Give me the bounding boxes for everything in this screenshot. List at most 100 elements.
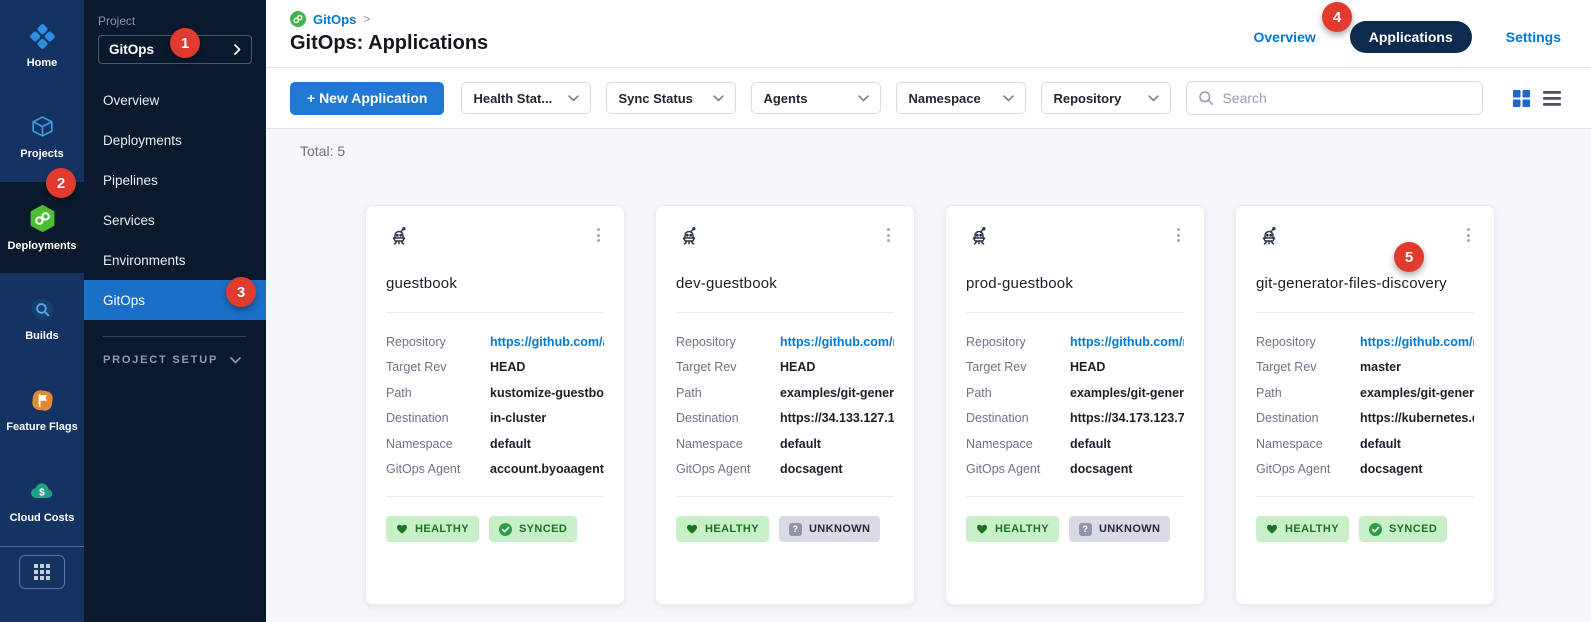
project-setup-label: PROJECT SETUP — [103, 354, 218, 366]
field-label-namespace: Namespace — [966, 437, 1070, 451]
repository-link[interactable]: https://github.com/m... — [1070, 335, 1184, 349]
annotation-marker-2: 2 — [46, 168, 76, 198]
argocd-icon — [966, 225, 992, 251]
search-input[interactable] — [1222, 90, 1471, 106]
tab-overview[interactable]: Overview — [1253, 29, 1315, 45]
badge-label: HEALTHY — [1285, 523, 1339, 535]
repository-link[interactable]: https://github.com/a... — [490, 335, 604, 349]
divider — [676, 496, 894, 497]
path-value: examples/git-genera... — [780, 386, 894, 400]
module-deployments[interactable]: Deployments — [0, 182, 84, 273]
filter-label: Health Stat... — [473, 91, 552, 106]
breadcrumb-gitops-link[interactable]: GitOps — [313, 12, 356, 27]
grid-view-icon[interactable] — [1513, 90, 1530, 107]
status-badges: HEALTHY SYNCED — [386, 516, 604, 542]
total-count: Total: 5 — [300, 143, 1591, 159]
destination-value: https://34.173.123.70 — [1070, 411, 1184, 425]
target-rev-value: HEAD — [1070, 360, 1105, 374]
card-top — [966, 225, 1184, 253]
card-menu-button[interactable] — [883, 225, 894, 245]
question-icon — [789, 523, 802, 536]
filter-agents[interactable]: Agents — [751, 82, 881, 114]
repository-link[interactable]: https://github.com/m... — [780, 335, 894, 349]
gitops-module-icon — [290, 11, 306, 27]
header-left: GitOps > GitOps: Applications — [290, 11, 488, 67]
chevron-down-icon — [230, 357, 241, 364]
tab-settings[interactable]: Settings — [1506, 29, 1561, 45]
page-title: GitOps: Applications — [290, 32, 488, 55]
card-top — [1256, 225, 1474, 253]
sidebar-item-services[interactable]: Services — [84, 200, 266, 240]
badge-label: HEALTHY — [995, 523, 1049, 535]
view-toggle — [1513, 90, 1561, 107]
sidebar-item-overview[interactable]: Overview — [84, 80, 266, 120]
heart-icon — [686, 523, 698, 535]
card-menu-button[interactable] — [1173, 225, 1184, 245]
card-fields: Repositoryhttps://github.com/m... Target… — [966, 329, 1184, 482]
field-label-destination: Destination — [1256, 411, 1360, 425]
sidebar-item-deployments[interactable]: Deployments — [84, 120, 266, 160]
namespace-value: default — [490, 437, 531, 451]
apps-grid-icon — [34, 564, 50, 580]
path-value: kustomize-guestbook — [490, 386, 604, 400]
filter-label: Sync Status — [618, 91, 692, 106]
divider — [966, 496, 1184, 497]
divider — [1256, 496, 1474, 497]
application-name: git-generator-files-discovery — [1256, 275, 1474, 292]
field-label-agent: GitOps Agent — [1256, 462, 1360, 476]
filter-health-status[interactable]: Health Stat... — [461, 82, 591, 114]
divider — [386, 496, 604, 497]
module-feature-flags[interactable]: Feature Flags — [0, 364, 84, 455]
repository-link[interactable]: https://github.com/m... — [1360, 335, 1474, 349]
chevron-right-icon — [234, 44, 241, 55]
divider — [966, 312, 1184, 313]
application-card-prod-guestbook[interactable]: prod-guestbook Repositoryhttps://github.… — [945, 205, 1205, 605]
status-badges: HEALTHY SYNCED — [1256, 516, 1474, 542]
divider — [386, 312, 604, 313]
field-label-agent: GitOps Agent — [386, 462, 490, 476]
module-label: Home — [27, 57, 58, 69]
filter-namespace[interactable]: Namespace — [896, 82, 1026, 114]
namespace-value: default — [1070, 437, 1111, 451]
module-builds[interactable]: Builds — [0, 273, 84, 364]
module-projects[interactable]: Projects — [0, 91, 84, 182]
module-switcher-button[interactable] — [19, 555, 65, 589]
path-value: examples/git-genera... — [1070, 386, 1184, 400]
module-cloud-costs[interactable]: $ Cloud Costs — [0, 455, 84, 546]
field-label-namespace: Namespace — [386, 437, 490, 451]
heart-icon — [976, 523, 988, 535]
destination-value: https://34.133.127.118 — [780, 411, 894, 425]
tab-applications[interactable]: Applications — [1350, 21, 1472, 53]
module-home[interactable]: Home — [0, 0, 84, 91]
deployments-icon — [28, 204, 57, 233]
field-label-repository: Repository — [386, 335, 490, 349]
field-label-path: Path — [676, 386, 780, 400]
destination-value: in-cluster — [490, 411, 546, 425]
card-menu-button[interactable] — [593, 225, 604, 245]
module-label: Deployments — [7, 240, 76, 252]
filter-repository[interactable]: Repository — [1041, 82, 1171, 114]
divider — [676, 312, 894, 313]
sidebar-item-environments[interactable]: Environments — [84, 240, 266, 280]
gitops-applications-screen: Home Projects Deployments Builds Feature… — [0, 0, 1591, 622]
application-card-dev-guestbook[interactable]: dev-guestbook Repositoryhttps://github.c… — [655, 205, 915, 605]
badge-label: UNKNOWN — [809, 523, 870, 535]
field-label-agent: GitOps Agent — [676, 462, 780, 476]
chevron-down-icon — [713, 95, 724, 102]
sidebar-divider — [103, 336, 246, 337]
project-setup-toggle[interactable]: PROJECT SETUP — [84, 354, 266, 366]
card-fields: Repositoryhttps://github.com/a... Target… — [386, 329, 604, 482]
application-card-guestbook[interactable]: guestbook Repositoryhttps://github.com/a… — [365, 205, 625, 605]
card-menu-button[interactable] — [1463, 225, 1474, 245]
filter-label: Agents — [763, 91, 807, 106]
filter-sync-status[interactable]: Sync Status — [606, 82, 736, 114]
sidebar-item-pipelines[interactable]: Pipelines — [84, 160, 266, 200]
argocd-icon — [386, 225, 412, 251]
field-label-target-rev: Target Rev — [966, 360, 1070, 374]
new-application-button[interactable]: + New Application — [290, 82, 444, 115]
content-area: Total: 5 guestbook Repositoryhttps://git… — [266, 129, 1591, 622]
annotation-marker-5: 5 — [1394, 242, 1424, 272]
list-view-icon[interactable] — [1543, 91, 1561, 106]
application-card-git-generator-files-discovery[interactable]: git-generator-files-discovery Repository… — [1235, 205, 1495, 605]
filter-label: Repository — [1053, 91, 1121, 106]
